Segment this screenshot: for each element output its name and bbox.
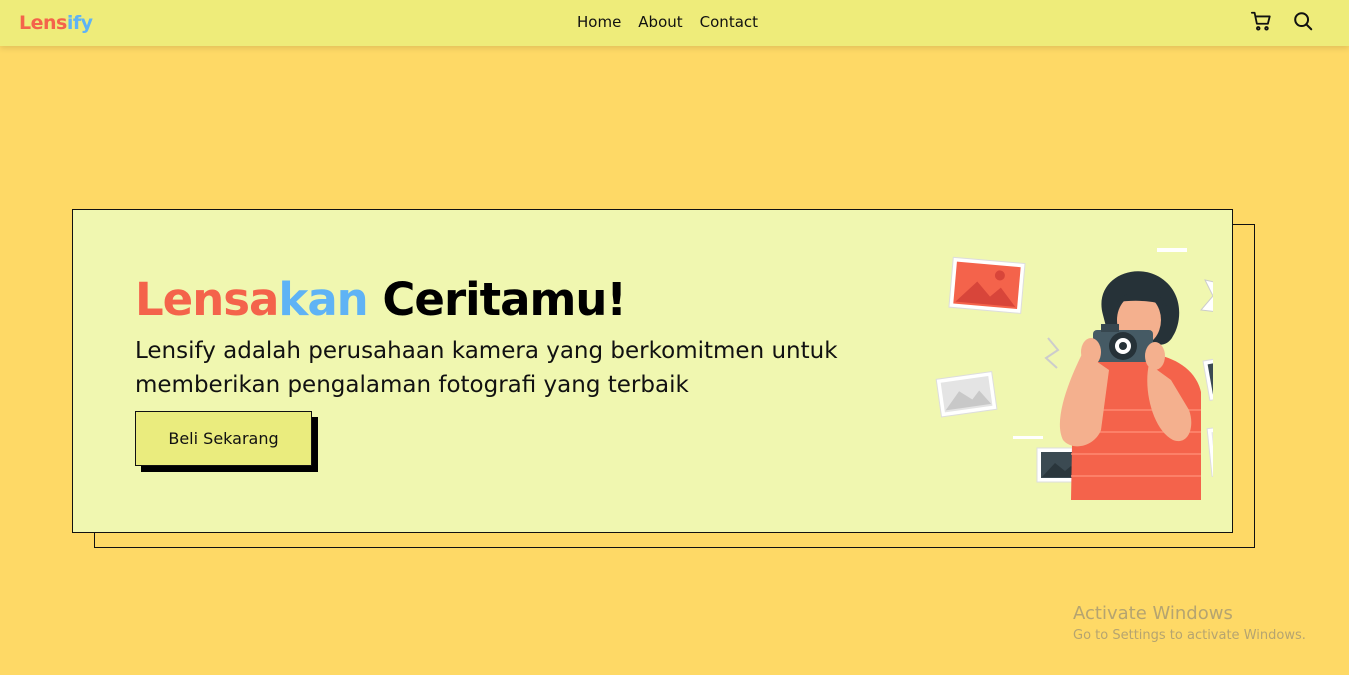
hero-card: Lensakan Ceritamu! Lensify adalah perusa… [72, 209, 1281, 533]
windows-activation-subtitle: Go to Settings to activate Windows. [1073, 628, 1306, 643]
hero-description: Lensify adalah perusahaan kamera yang be… [135, 338, 838, 398]
hero-title-part1: Lensa [135, 273, 279, 326]
nav-links: Home About Contact [577, 13, 775, 31]
brand-part1: Lens [19, 12, 67, 34]
search-icon[interactable] [1292, 10, 1314, 32]
nav-home-link[interactable]: Home [577, 13, 621, 31]
brand-part2: ify [66, 12, 93, 34]
navbar: Lensify Home About Contact [0, 0, 1349, 46]
nav-contact-link[interactable]: Contact [700, 13, 758, 31]
hero-title-part3: Ceritamu! [367, 273, 627, 326]
photographer-illustration [933, 240, 1281, 500]
nav-icons [1250, 10, 1314, 32]
cart-icon[interactable] [1250, 10, 1272, 32]
hero-title-part2: kan [278, 273, 368, 326]
windows-activation-title: Activate Windows [1073, 603, 1233, 624]
brand-logo[interactable]: Lensify [19, 12, 93, 34]
nav-about-link[interactable]: About [638, 13, 682, 31]
buy-now-button[interactable]: Beli Sekarang [135, 411, 312, 466]
hero-title: Lensakan Ceritamu! [135, 273, 627, 326]
